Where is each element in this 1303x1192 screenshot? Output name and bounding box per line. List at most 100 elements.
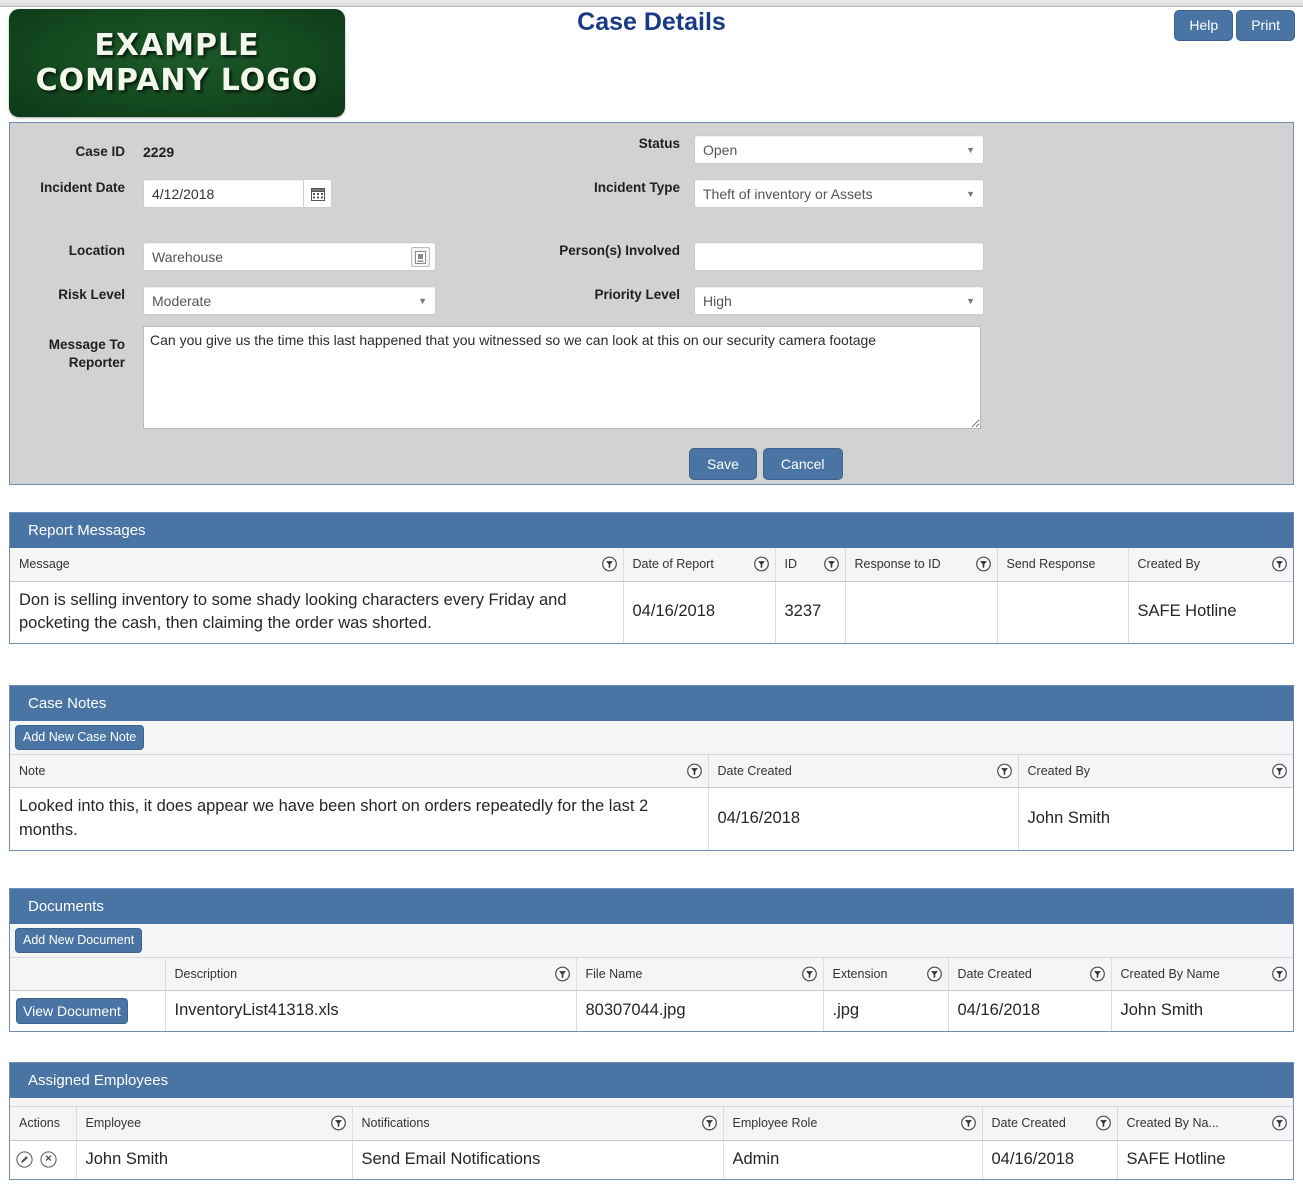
delete-icon[interactable]	[40, 1151, 57, 1168]
incident-type-select[interactable]: Theft of inventory or Assets ▼	[694, 179, 984, 208]
filter-icon[interactable]	[1272, 763, 1287, 778]
cell-created-by-name: John Smith	[1111, 991, 1293, 1032]
column-header-created-by[interactable]: Created By	[1128, 548, 1293, 581]
message-to-reporter-label: Message To Reporter	[10, 326, 125, 372]
cancel-button[interactable]: Cancel	[763, 448, 843, 480]
logo-line-2: COMPANY LOGO	[36, 63, 319, 98]
column-header-date-created[interactable]: Date Created	[948, 958, 1111, 991]
column-header-file-name[interactable]: File Name	[576, 958, 823, 991]
cell-created-by: John Smith	[1018, 788, 1293, 850]
column-header-created-by-name[interactable]: Created By Na...	[1117, 1107, 1293, 1140]
add-new-case-note-button[interactable]: Add New Case Note	[15, 725, 144, 750]
assigned-employees-panel: Assigned Employees Actions Employee Noti…	[9, 1062, 1294, 1180]
table-row[interactable]: Don is selling inventory to some shady l…	[10, 581, 1293, 643]
column-header-id[interactable]: ID	[775, 548, 845, 581]
chevron-down-icon: ▼	[418, 296, 427, 306]
documents-title: Documents	[10, 889, 1293, 924]
filter-icon[interactable]	[1096, 1116, 1111, 1131]
case-notes-toolbar: Add New Case Note	[10, 721, 1293, 755]
column-header-send-response[interactable]: Send Response	[997, 548, 1128, 581]
table-header-row: Actions Employee Notifications Employee …	[10, 1107, 1293, 1140]
priority-level-select[interactable]: High ▼	[694, 286, 984, 315]
cell-send-response	[997, 581, 1128, 643]
column-header-note[interactable]: Note	[10, 755, 708, 788]
status-value: Open	[703, 142, 737, 158]
edit-icon[interactable]	[16, 1151, 33, 1168]
column-header-employee-role[interactable]: Employee Role	[723, 1107, 982, 1140]
filter-icon[interactable]	[976, 557, 991, 572]
column-header-created-by[interactable]: Created By	[1018, 755, 1293, 788]
priority-level-value: High	[703, 293, 732, 309]
filter-icon[interactable]	[824, 557, 839, 572]
filter-icon[interactable]	[802, 966, 817, 981]
filter-icon[interactable]	[555, 966, 570, 981]
cell-date-created: 04/16/2018	[708, 788, 1018, 850]
column-header-extension[interactable]: Extension	[823, 958, 948, 991]
filter-icon[interactable]	[1272, 557, 1287, 572]
column-header-date-of-report[interactable]: Date of Report	[623, 548, 775, 581]
field-persons-involved: Person(s) Involved	[465, 242, 985, 271]
filter-icon[interactable]	[687, 763, 702, 778]
incident-type-label: Incident Type	[465, 179, 680, 197]
cell-note: Looked into this, it does appear we have…	[10, 788, 708, 850]
view-document-button[interactable]: View Document	[16, 998, 128, 1024]
column-header-notifications[interactable]: Notifications	[352, 1107, 723, 1140]
filter-icon[interactable]	[927, 966, 942, 981]
assigned-employees-title: Assigned Employees	[10, 1063, 1293, 1098]
report-messages-title: Report Messages	[10, 513, 1293, 548]
column-header-employee[interactable]: Employee	[76, 1107, 352, 1140]
persons-involved-input[interactable]	[694, 242, 984, 271]
filter-icon[interactable]	[331, 1116, 346, 1131]
filter-icon[interactable]	[1272, 966, 1287, 981]
column-header-created-by-name[interactable]: Created By Name	[1111, 958, 1293, 991]
chevron-down-icon: ▼	[966, 145, 975, 155]
message-to-reporter-textarea[interactable]	[143, 326, 981, 429]
filter-icon[interactable]	[754, 557, 769, 572]
column-header-description[interactable]: Description	[165, 958, 576, 991]
filter-icon[interactable]	[702, 1116, 717, 1131]
incident-date-input[interactable]: 4/12/2018	[143, 179, 303, 208]
table-row[interactable]: View Document InventoryList41318.xls 803…	[10, 991, 1293, 1032]
risk-level-value: Moderate	[152, 293, 211, 309]
cell-created-by: SAFE Hotline	[1128, 581, 1293, 643]
filter-icon[interactable]	[997, 763, 1012, 778]
cell-employee-role: Admin	[723, 1140, 982, 1179]
status-select[interactable]: Open ▼	[694, 135, 984, 164]
incident-type-value: Theft of inventory or Assets	[703, 186, 873, 202]
header-actions: Help Print	[1174, 10, 1295, 41]
help-button[interactable]: Help	[1174, 10, 1233, 41]
report-messages-panel: Report Messages Message Date of Report I…	[9, 512, 1294, 644]
table-row[interactable]: Looked into this, it does appear we have…	[10, 788, 1293, 850]
add-new-document-button[interactable]: Add New Document	[15, 928, 142, 953]
filter-icon[interactable]	[1090, 966, 1105, 981]
save-button[interactable]: Save	[689, 448, 757, 480]
page-title: Case Details	[0, 8, 1303, 37]
risk-level-label: Risk Level	[10, 286, 125, 304]
filter-icon[interactable]	[1272, 1116, 1287, 1131]
chevron-down-icon: ▼	[966, 189, 975, 199]
filter-icon[interactable]	[602, 557, 617, 572]
column-header-date-created[interactable]: Date Created	[982, 1107, 1117, 1140]
location-input[interactable]: Warehouse	[143, 242, 436, 271]
table-row[interactable]: John Smith Send Email Notifications Admi…	[10, 1140, 1293, 1179]
cell-description: InventoryList41318.xls	[165, 991, 576, 1032]
form-action-buttons: Save Cancel	[689, 448, 843, 480]
documents-panel: Documents Add New Document Description F…	[9, 888, 1294, 1032]
page-header: EXAMPLE COMPANY LOGO Case Details Help P…	[0, 0, 1303, 113]
column-header-actions	[10, 958, 165, 991]
filter-icon[interactable]	[961, 1116, 976, 1131]
print-button[interactable]: Print	[1236, 10, 1295, 41]
status-label: Status	[465, 135, 680, 153]
column-header-date-created[interactable]: Date Created	[708, 755, 1018, 788]
risk-level-select[interactable]: Moderate ▼	[143, 286, 436, 315]
cell-date-created: 04/16/2018	[948, 991, 1111, 1032]
column-header-response-to-id[interactable]: Response to ID	[845, 548, 997, 581]
table-header-row: Note Date Created Created By	[10, 755, 1293, 788]
assigned-employees-table: Actions Employee Notifications Employee …	[10, 1107, 1293, 1179]
calendar-icon[interactable]	[303, 179, 332, 208]
cell-actions: View Document	[10, 991, 165, 1032]
location-picker-icon[interactable]	[411, 247, 430, 267]
cell-date-created: 04/16/2018	[982, 1140, 1117, 1179]
column-header-message[interactable]: Message	[10, 548, 623, 581]
cell-message: Don is selling inventory to some shady l…	[10, 581, 623, 643]
